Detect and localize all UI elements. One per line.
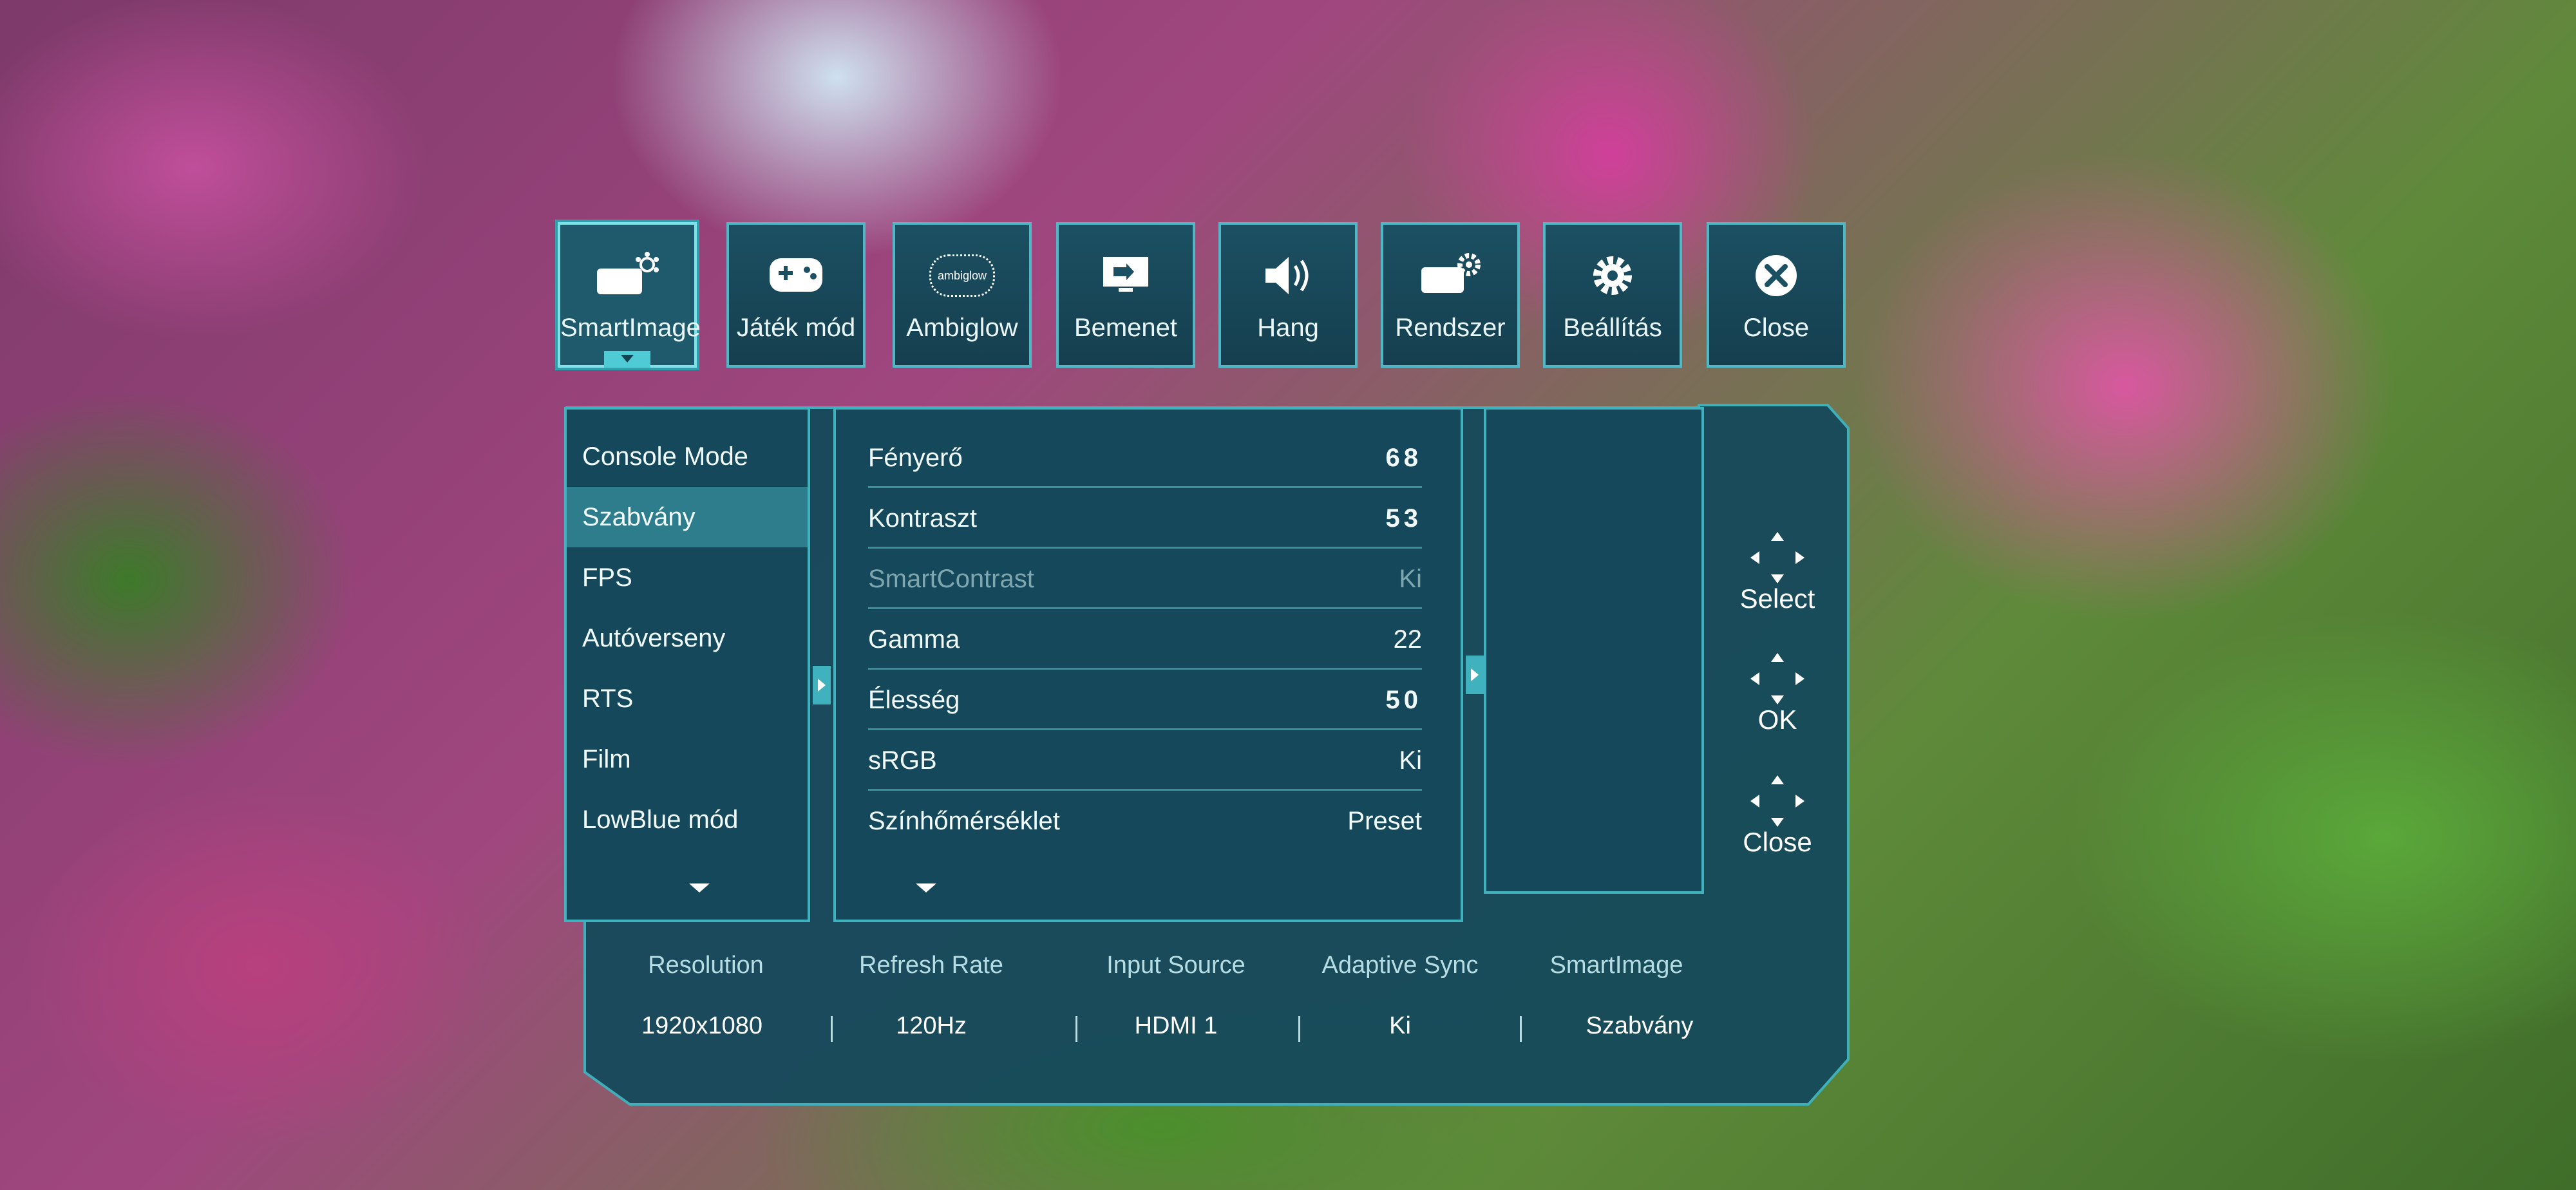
chevron-right-icon (813, 666, 831, 704)
smartimage-mode-list: Console Mode Szabvány FPS Autóverseny RT… (564, 407, 810, 922)
smartimage-icon (560, 252, 694, 299)
tab-sound[interactable]: Hang (1218, 222, 1358, 368)
tab-input[interactable]: Bemenet (1056, 222, 1195, 368)
info-value-resolution: 1920x1080 (641, 1012, 763, 1039)
tab-label: Beállítás (1563, 314, 1662, 342)
tab-label: Close (1743, 314, 1810, 342)
dpad-close-icon (1747, 775, 1808, 827)
dpad-ok-icon (1747, 653, 1808, 704)
mode-item-film[interactable]: Film (567, 729, 808, 789)
tab-close[interactable]: Close (1707, 222, 1846, 368)
tab-ambiglow[interactable]: ambiglow Ambiglow (893, 222, 1032, 368)
ambiglow-logo-icon: ambiglow (895, 252, 1029, 299)
mode-item-lowblue[interactable]: LowBlue mód (567, 789, 808, 850)
info-header-smartimage: SmartImage (1549, 952, 1683, 979)
tab-label: Rendszer (1395, 314, 1506, 342)
info-separator (1075, 1016, 1077, 1042)
tab-label: SmartImage (560, 314, 701, 342)
dpad-select-icon (1747, 532, 1808, 583)
info-separator (1298, 1016, 1300, 1042)
tab-label: Ambiglow (906, 314, 1018, 342)
info-header-resolution: Resolution (648, 952, 764, 979)
tab-system[interactable]: Rendszer (1381, 222, 1520, 368)
tab-label: Hang (1257, 314, 1319, 342)
mode-item-rts[interactable]: RTS (567, 668, 808, 729)
tab-label: Játék mód (736, 314, 856, 342)
setting-contrast[interactable]: Kontraszt 53 (868, 488, 1422, 549)
mode-item-racing[interactable]: Autóverseny (567, 608, 808, 668)
nav-ok: OK (1739, 653, 1816, 735)
scroll-down-icon[interactable] (916, 883, 936, 892)
setting-brightness[interactable]: Fényerő 68 (868, 428, 1422, 488)
gamepad-icon (729, 252, 863, 299)
submenu-panel (1484, 407, 1704, 894)
setting-color-temperature[interactable]: Színhőmérséklet Preset (868, 791, 1422, 851)
info-value-adaptive-sync: Ki (1389, 1012, 1411, 1039)
tab-label: Bemenet (1074, 314, 1178, 342)
chevron-down-icon (604, 351, 650, 368)
tab-smartimage[interactable]: SmartImage (558, 222, 701, 368)
info-header-adaptive-sync: Adaptive Sync (1321, 952, 1479, 979)
nav-close: Close (1739, 775, 1816, 858)
info-value-smartimage: Szabvány (1586, 1012, 1694, 1039)
mode-item-fps[interactable]: FPS (567, 547, 808, 608)
settings-panel: Fényerő 68 Kontraszt 53 SmartContrast Ki Ga… (833, 407, 1463, 922)
tab-game-mode[interactable]: Játék mód (726, 222, 866, 368)
info-separator (831, 1016, 833, 1042)
info-header-refresh-rate: Refresh Rate (859, 952, 1003, 979)
setting-gamma[interactable]: Gamma 22 (868, 609, 1422, 670)
mode-item-console[interactable]: Console Mode (567, 426, 808, 487)
mode-item-standard[interactable]: Szabvány (567, 487, 808, 547)
chevron-right-icon (1466, 656, 1484, 694)
setting-smartcontrast: SmartContrast Ki (868, 549, 1422, 609)
speaker-icon (1221, 252, 1355, 299)
settings-gear-icon (1546, 252, 1680, 299)
info-value-input-source: HDMI 1 (1134, 1012, 1218, 1039)
system-gear-icon (1383, 252, 1517, 299)
scroll-down-icon[interactable] (689, 883, 710, 892)
tab-settings[interactable]: Beállítás (1543, 222, 1682, 368)
setting-srgb[interactable]: sRGB Ki (868, 730, 1422, 791)
info-separator (1520, 1016, 1522, 1042)
close-icon (1709, 252, 1843, 299)
info-header-input-source: Input Source (1106, 952, 1245, 979)
input-monitor-icon (1059, 252, 1193, 299)
info-value-refresh-rate: 120Hz (896, 1012, 967, 1039)
nav-select: Select (1739, 532, 1816, 614)
setting-sharpness[interactable]: Élesség 50 (868, 670, 1422, 730)
